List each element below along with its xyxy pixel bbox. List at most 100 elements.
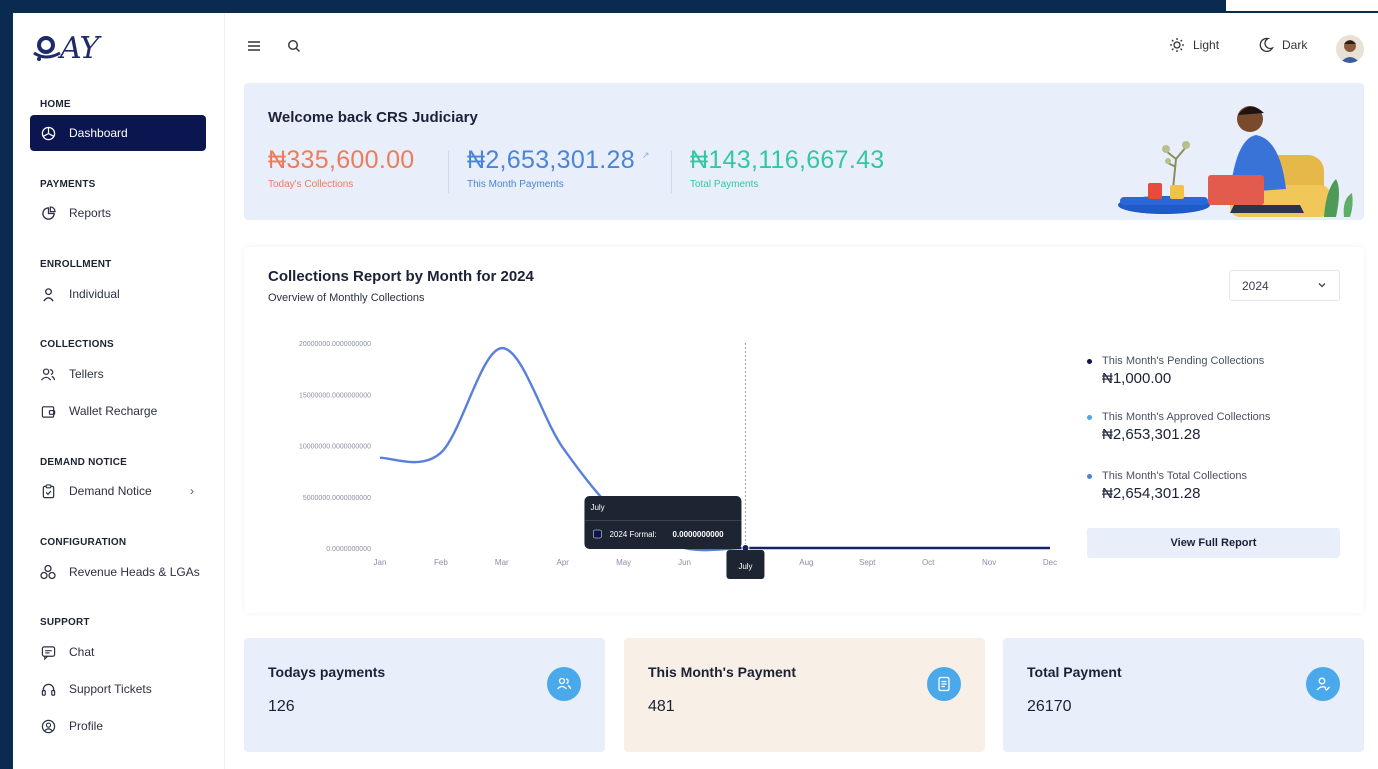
card-value: 126: [268, 698, 295, 715]
legend-approved: This Month's Approved Collections ₦2,653…: [1087, 411, 1270, 443]
tooltip-title: July: [590, 503, 604, 512]
app-logo[interactable]: AY: [30, 27, 130, 69]
sidebar-item-label: Revenue Heads & LGAs: [69, 565, 200, 579]
card-month-payment: This Month's Payment 481: [624, 638, 985, 752]
x-tick-label: Jan: [374, 558, 387, 567]
legend-label: This Month's Pending Collections: [1102, 355, 1265, 367]
sidebar-item-chat[interactable]: Chat: [30, 634, 206, 670]
sidebar-item-label: Wallet Recharge: [69, 404, 158, 418]
y-tick-label: 15000000.0000000000: [299, 392, 371, 399]
x-tick-label: May: [616, 558, 631, 567]
stat-total-payments: ₦143,116,667.43 Total Payments: [690, 146, 884, 190]
sidebar-item-label: Support Tickets: [69, 682, 152, 696]
section-title-configuration: CONFIGURATION: [40, 537, 127, 548]
sidebar-item-label: Demand Notice: [69, 484, 152, 498]
user-avatar[interactable]: [1336, 35, 1364, 63]
x-tick-label: Mar: [495, 558, 509, 567]
x-tick-label: Dec: [1043, 558, 1057, 567]
section-title-enrollment: ENROLLMENT: [40, 259, 112, 270]
logo-mark-icon: [30, 31, 64, 65]
sidebar-item-profile[interactable]: Profile: [30, 708, 206, 744]
sidebar-item-label: Profile: [69, 719, 104, 733]
search-icon[interactable]: [285, 37, 303, 55]
divider: [671, 151, 672, 193]
person-with-laptop-illustration: [1118, 106, 1353, 217]
card-value: 26170: [1027, 698, 1072, 715]
card-title: This Month's Payment: [648, 664, 797, 680]
stat-value: ₦335,600.00: [268, 146, 415, 174]
tooltip-divider: [584, 520, 742, 521]
sidebar-item-support-tickets[interactable]: Support Tickets: [30, 671, 206, 707]
profile-icon: [40, 718, 56, 734]
x-tick-label: Oct: [922, 558, 935, 567]
sidebar-item-label: Tellers: [69, 367, 104, 381]
dashboard-icon: [40, 125, 56, 141]
headset-icon: [40, 681, 56, 697]
dark-mode-label: Dark: [1282, 38, 1308, 52]
card-total-payment: Total Payment 26170: [1003, 638, 1364, 752]
x-tick-label: Apr: [557, 558, 570, 567]
y-tick-label: 0.0000000000: [326, 546, 371, 553]
section-title-support: SUPPORT: [40, 617, 90, 628]
x-tick-label: Sept: [859, 558, 876, 567]
user-check-icon: [1306, 667, 1340, 701]
app-window: AY HOME Dashboard PAYMENTS Reports ENROL…: [13, 13, 1378, 769]
sidebar-item-dashboard[interactable]: Dashboard: [30, 115, 206, 151]
stat-value: ₦2,653,301.28: [467, 146, 635, 174]
legend-label: This Month's Approved Collections: [1102, 411, 1271, 423]
stat-todays-collections: ₦335,600.00 Today's Collections: [268, 146, 414, 190]
tooltip-series-swatch: [593, 529, 602, 539]
pie-chart-icon: [40, 205, 56, 221]
view-full-report-button[interactable]: View Full Report: [1087, 528, 1340, 558]
section-title-demand-notice: DEMAND NOTICE: [40, 457, 128, 468]
tooltip-box: [584, 496, 742, 549]
chevron-right-icon: ›: [190, 484, 194, 498]
topbar: Light Dark: [225, 13, 1378, 79]
y-tick-label: 20000000.0000000000: [299, 341, 371, 348]
legend-dot: [1087, 473, 1092, 479]
sidebar-item-revenue-heads[interactable]: Revenue Heads & LGAs: [30, 554, 206, 590]
legend-pending: This Month's Pending Collections ₦1,000.…: [1087, 355, 1264, 387]
hamburger-menu-icon[interactable]: [245, 37, 263, 55]
users-icon: [547, 667, 581, 701]
welcome-banner: Welcome back CRS Judiciary ₦335,600.00 T…: [244, 83, 1364, 220]
sidebar-item-reports[interactable]: Reports: [30, 195, 206, 231]
card-value: 481: [648, 698, 675, 715]
clipboard-icon: [40, 483, 56, 499]
settings-cluster-icon: [40, 564, 56, 580]
section-title-home: HOME: [40, 99, 71, 110]
sidebar-item-wallet-recharge[interactable]: Wallet Recharge: [30, 393, 206, 429]
tooltip-series-label: 2024 Formal:: [609, 530, 656, 539]
light-mode-button[interactable]: Light: [1169, 37, 1219, 53]
sidebar-item-label: Reports: [69, 206, 112, 220]
card-title: Total Payment: [1027, 664, 1122, 680]
sun-icon: [1169, 37, 1185, 53]
sidebar: AY HOME Dashboard PAYMENTS Reports ENROL…: [13, 13, 225, 769]
stat-value: ₦143,116,667.43: [690, 146, 885, 174]
trend-up-icon: ↗: [642, 150, 650, 160]
sidebar-item-label: Individual: [69, 287, 120, 301]
sidebar-item-tellers[interactable]: Tellers: [30, 356, 206, 392]
sidebar-item-label: Chat: [69, 645, 95, 659]
x-tick-label: Nov: [982, 558, 996, 567]
legend-dot: [1087, 358, 1092, 364]
window-frame-notch: [1226, 0, 1378, 11]
section-title-collections: COLLECTIONS: [40, 339, 114, 350]
dark-mode-button[interactable]: Dark: [1258, 37, 1307, 53]
tooltip-value: 0.0000000000: [672, 530, 724, 539]
collections-chart-card: Collections Report by Month for 2024 Ove…: [244, 247, 1364, 613]
sidebar-item-demand-notice[interactable]: Demand Notice ›: [30, 473, 206, 509]
chat-icon: [40, 644, 56, 660]
document-icon: [927, 667, 961, 701]
light-mode-label: Light: [1193, 38, 1220, 52]
x-tick-label: Aug: [799, 558, 813, 567]
moon-icon: [1258, 37, 1274, 53]
wallet-icon: [40, 403, 56, 419]
sidebar-item-individual[interactable]: Individual: [30, 276, 206, 312]
x-tick-label: Jun: [678, 558, 691, 567]
stat-label: This Month Payments: [467, 179, 564, 190]
welcome-title: Welcome back CRS Judiciary: [268, 109, 478, 126]
card-title: Todays payments: [268, 664, 386, 680]
logo-text: AY: [60, 30, 99, 66]
legend-amount: ₦2,653,301.28: [1102, 426, 1201, 443]
